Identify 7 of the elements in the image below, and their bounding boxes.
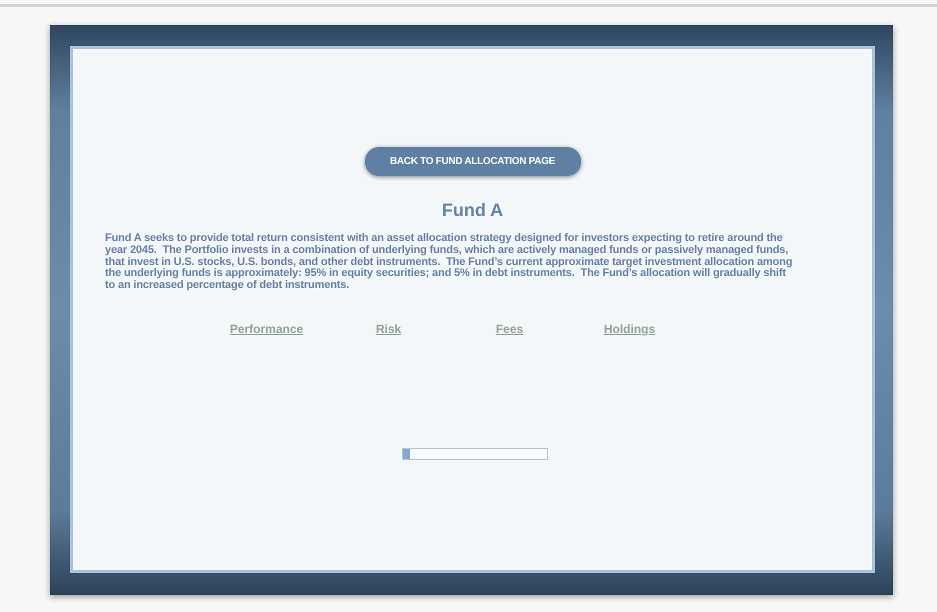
tab-link[interactable]: Performance bbox=[230, 322, 376, 336]
tab-link[interactable]: Risk bbox=[376, 322, 496, 336]
tab-link[interactable]: Holdings bbox=[604, 322, 656, 336]
tab-link[interactable]: Fees bbox=[496, 322, 604, 336]
fund-description: Fund A seeks to provide total return consistent with an asset allocation strategy designed for investors expecting to retire around the year 2045. The Portfolio invests in a combination of underlying funds, which are actively managed funds or passively managed funds, that invest in U.S. stocks, U.S. bonds, and other debt instruments. The Fund’s current approximate target investment allocation among the underlying funds is approximately: 95% in equity securities; and 5% in debt instruments. The Fund’s allocation will gradually shift to an increased percentage of debt instruments. bbox=[105, 233, 794, 292]
back-button[interactable]: BACK TO FUND ALLOCATION PAGE bbox=[364, 147, 580, 176]
fund-title: Fund A bbox=[442, 200, 504, 221]
